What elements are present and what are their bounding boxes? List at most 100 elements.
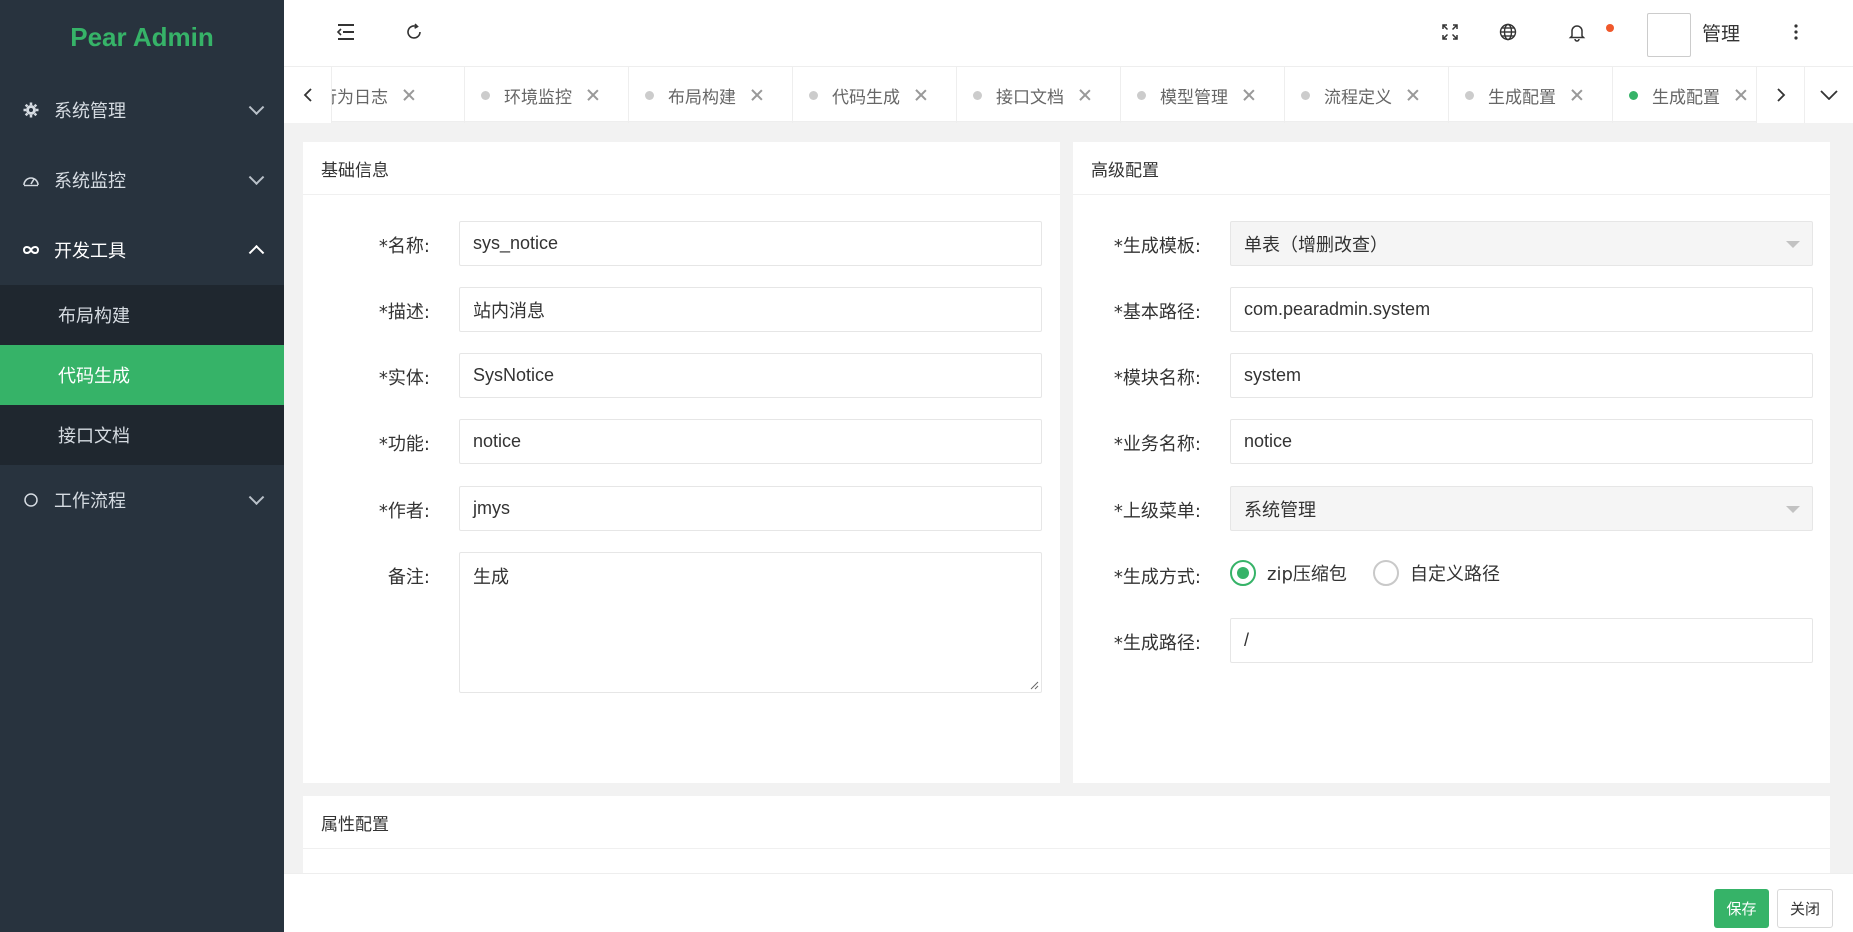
radio-label: 自定义路径 [1410, 564, 1500, 585]
generate-path-input[interactable]: / [1230, 618, 1813, 663]
tab-env-monitor[interactable]: 环境监控 [465, 67, 629, 123]
sidebar-item-dev-tools[interactable]: 开发工具 [0, 215, 284, 285]
tab-label: 代码生成 [832, 87, 900, 108]
tab-status-dot [1301, 90, 1310, 100]
radio-checked-icon [1230, 560, 1256, 586]
close-icon[interactable] [1078, 88, 1092, 102]
card-title: 高级配置 [1073, 142, 1830, 195]
resize-handle-icon[interactable] [1029, 680, 1039, 690]
chevron-down-icon [248, 99, 265, 116]
tabs-container: 行为日志 环境监控 布局构建 代码生成 接口文档 模型管理 [332, 67, 1756, 123]
close-icon[interactable] [1734, 88, 1748, 102]
tab-generate-config-active[interactable]: 生成配置 [1613, 67, 1756, 123]
base-path-input[interactable]: com.pearadmin.system [1230, 287, 1813, 332]
radio-unchecked-icon [1373, 560, 1399, 586]
author-label: *作者: [378, 501, 430, 522]
tab-code-generation[interactable]: 代码生成 [793, 67, 957, 123]
sidebar-item-layout-builder[interactable]: 布局构建 [0, 285, 284, 345]
dashboard-icon [22, 171, 40, 189]
tab-label: 流程定义 [1324, 87, 1392, 108]
tab-scroll-right-icon[interactable] [1756, 67, 1804, 123]
tab-label: 生成配置 [1488, 87, 1556, 108]
tab-behavior-log[interactable]: 行为日志 [332, 67, 465, 123]
menu-toggle-icon[interactable] [334, 20, 358, 44]
card-title: 属性配置 [303, 796, 1830, 849]
close-icon[interactable] [402, 88, 416, 102]
tab-label: 模型管理 [1160, 87, 1228, 108]
author-input[interactable]: jmys [459, 486, 1042, 531]
chevron-down-icon [248, 169, 265, 186]
parent-menu-label: *上级菜单: [1113, 501, 1201, 522]
function-input[interactable]: notice [459, 419, 1042, 464]
tab-generate-config[interactable]: 生成配置 [1449, 67, 1613, 123]
base-path-label: *基本路径: [1113, 302, 1201, 323]
sidebar-item-api-docs[interactable]: 接口文档 [0, 405, 284, 465]
tab-status-dot [481, 90, 490, 100]
close-icon[interactable] [1570, 88, 1584, 102]
tab-label: 布局构建 [668, 87, 736, 108]
close-button[interactable]: 关闭 [1777, 889, 1833, 928]
close-icon[interactable] [750, 88, 764, 102]
chevron-up-icon [248, 244, 265, 261]
more-vertical-icon[interactable] [1784, 20, 1808, 44]
close-icon[interactable] [586, 88, 600, 102]
notification-badge [1606, 24, 1614, 32]
template-select[interactable]: 单表（增删改查） [1230, 221, 1813, 266]
avatar[interactable] [1647, 13, 1691, 57]
radio-zip[interactable]: zip压缩包 [1230, 560, 1347, 586]
sidebar-item-label: 系统管理 [54, 101, 126, 122]
tab-status-dot [1137, 90, 1146, 100]
gear-icon [22, 101, 40, 119]
top-header: 管理 [284, 0, 1853, 66]
bell-icon[interactable] [1565, 20, 1589, 44]
business-name-input[interactable]: notice [1230, 419, 1813, 464]
generate-path-label: *生成路径: [1113, 633, 1201, 654]
user-name[interactable]: 管理 [1702, 19, 1740, 46]
tab-status-dot [1465, 90, 1474, 100]
sidebar-item-system-monitor[interactable]: 系统监控 [0, 145, 284, 215]
tab-dropdown-icon[interactable] [1804, 67, 1853, 123]
app-logo[interactable]: Pear Admin [0, 0, 284, 75]
parent-menu-select-value: 系统管理 [1244, 499, 1316, 521]
save-button[interactable]: 保存 [1714, 889, 1769, 928]
basic-info-card: 基础信息 *名称: sys_notice *描述: 站内消息 *实体: SysN… [303, 142, 1060, 783]
fullscreen-icon[interactable] [1438, 20, 1462, 44]
sidebar-item-label: 开发工具 [54, 241, 126, 262]
sidebar-item-workflow[interactable]: 工作流程 [0, 465, 284, 535]
name-label: *名称: [378, 236, 430, 257]
tab-model-management[interactable]: 模型管理 [1121, 67, 1285, 123]
tab-layout-builder[interactable]: 布局构建 [629, 67, 793, 123]
remark-text: 生成 [473, 567, 509, 588]
tab-api-docs[interactable]: 接口文档 [957, 67, 1121, 123]
sidebar: Pear Admin 系统管理 系统监控 开发工具 布局构建 代码生成 接口文档… [0, 0, 284, 932]
tab-label: 行为日志 [332, 87, 388, 108]
radio-custom-path[interactable]: 自定义路径 [1373, 560, 1500, 586]
tab-process-definition[interactable]: 流程定义 [1285, 67, 1449, 123]
globe-icon[interactable] [1496, 20, 1520, 44]
infinity-icon [22, 241, 40, 259]
close-icon[interactable] [1406, 88, 1420, 102]
circle-icon [22, 491, 40, 509]
remark-textarea[interactable]: 生成 [459, 552, 1042, 693]
description-input[interactable]: 站内消息 [459, 287, 1042, 332]
sidebar-item-system-management[interactable]: 系统管理 [0, 75, 284, 145]
name-input[interactable]: sys_notice [459, 221, 1042, 266]
tab-scroll-left-icon[interactable] [284, 67, 332, 123]
tab-label: 接口文档 [996, 87, 1064, 108]
chevron-down-icon [248, 489, 265, 506]
tab-bar: 行为日志 环境监控 布局构建 代码生成 接口文档 模型管理 [284, 66, 1853, 123]
close-icon[interactable] [914, 88, 928, 102]
sidebar-item-label: 工作流程 [54, 491, 126, 512]
template-label: *生成模板: [1113, 236, 1201, 257]
advanced-config-card: 高级配置 *生成模板: 单表（增删改查） *基本路径: com.pearadmi… [1073, 142, 1830, 783]
remark-label: 备注: [387, 567, 430, 588]
sidebar-item-label: 系统监控 [54, 171, 126, 192]
close-icon[interactable] [1242, 88, 1256, 102]
business-name-label: *业务名称: [1113, 434, 1201, 455]
caret-down-icon [1786, 506, 1800, 513]
refresh-icon[interactable] [402, 20, 426, 44]
parent-menu-select[interactable]: 系统管理 [1230, 486, 1813, 531]
entity-input[interactable]: SysNotice [459, 353, 1042, 398]
module-name-input[interactable]: system [1230, 353, 1813, 398]
sidebar-item-code-generation[interactable]: 代码生成 [0, 345, 284, 405]
